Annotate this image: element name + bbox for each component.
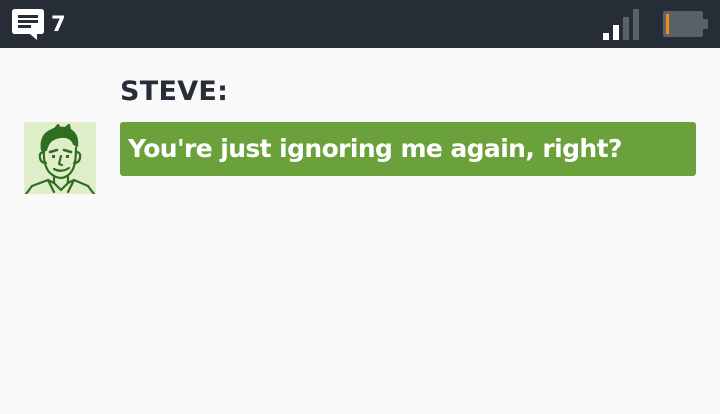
sender-name: STEVE: (120, 76, 229, 107)
chat-bubble-icon[interactable] (11, 8, 45, 42)
signal-bars-icon (603, 9, 641, 40)
message-text: You're just ignoring me again, right? (128, 134, 622, 163)
status-bar: 7 (0, 0, 720, 48)
message-count: 7 (51, 12, 66, 36)
battery-icon (663, 11, 709, 37)
steve-avatar[interactable] (24, 122, 96, 194)
message-bubble: You're just ignoring me again, right? (120, 122, 696, 176)
